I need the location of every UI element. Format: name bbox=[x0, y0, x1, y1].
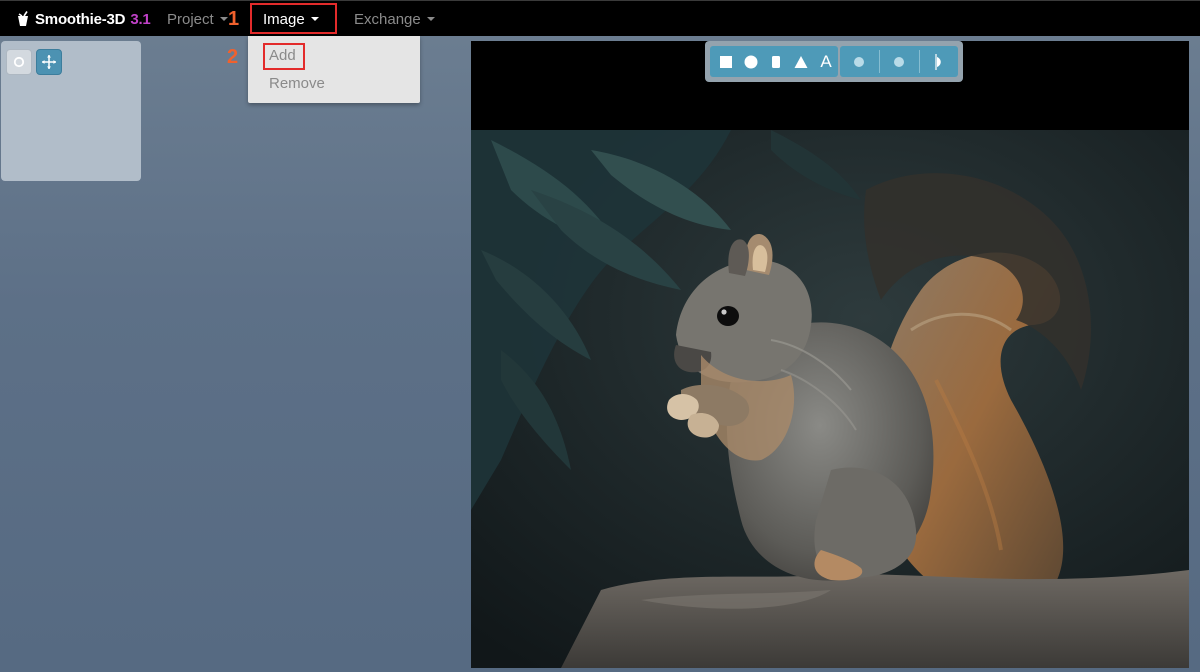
smoothie-cup-icon bbox=[18, 11, 28, 26]
square-icon bbox=[720, 55, 732, 68]
step-1-marker: 1 bbox=[228, 8, 240, 30]
image-menu-highlight bbox=[250, 3, 337, 34]
tool-panel bbox=[1, 41, 141, 181]
menu-exchange-label: Exchange bbox=[354, 10, 421, 28]
brand-version: 3.1 bbox=[130, 10, 151, 28]
disc-tool-button[interactable] bbox=[880, 46, 918, 77]
move-arrows-icon bbox=[42, 55, 56, 69]
circle-icon bbox=[744, 55, 758, 68]
rotate-button[interactable] bbox=[6, 49, 32, 75]
primitive-shape-group: A bbox=[710, 46, 838, 77]
chevron-down-icon bbox=[219, 17, 228, 21]
disc-icon bbox=[894, 56, 904, 67]
add-sphere-button[interactable] bbox=[739, 46, 763, 77]
squirrel-photo bbox=[471, 130, 1189, 668]
half-disc-tool-button[interactable] bbox=[920, 46, 958, 77]
dropdown-item-remove[interactable]: Remove bbox=[269, 75, 325, 92]
half-disc-icon bbox=[935, 53, 941, 70]
brand[interactable]: Smoothie-3D 3.1 bbox=[16, 9, 151, 29]
rotate-icon bbox=[13, 56, 25, 68]
add-cube-button[interactable] bbox=[714, 46, 738, 77]
rounded-rect-icon bbox=[772, 55, 780, 68]
text-icon: A bbox=[820, 51, 832, 71]
add-item-highlight bbox=[263, 43, 305, 70]
top-navbar: Smoothie-3D 3.1 Project Image Exchange bbox=[0, 0, 1200, 36]
add-text-button[interactable]: A bbox=[814, 46, 838, 77]
brand-name: Smoothie-3D bbox=[35, 10, 126, 28]
step-2-marker: 2 bbox=[227, 46, 239, 68]
add-cylinder-button[interactable] bbox=[764, 46, 788, 77]
shape-toolbar: A bbox=[705, 41, 963, 82]
sphere-icon bbox=[854, 56, 864, 67]
3d-canvas[interactable] bbox=[471, 41, 1189, 668]
menu-exchange[interactable]: Exchange bbox=[354, 9, 435, 29]
move-button[interactable] bbox=[36, 49, 62, 75]
add-cone-button[interactable] bbox=[789, 46, 813, 77]
modifier-shape-group bbox=[840, 46, 958, 77]
chevron-down-icon bbox=[426, 17, 435, 21]
menu-project[interactable]: Project bbox=[167, 9, 228, 29]
menu-project-label: Project bbox=[167, 10, 214, 28]
sphere-tool-button[interactable] bbox=[840, 46, 878, 77]
triangle-icon bbox=[794, 55, 808, 68]
